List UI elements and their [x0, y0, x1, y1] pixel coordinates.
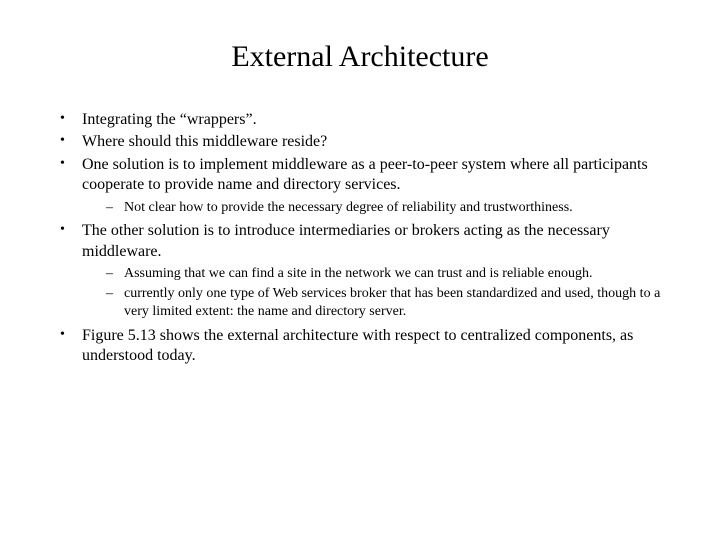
sub-bullet-list: Assuming that we can find a site in the …: [82, 265, 670, 322]
bullet-text: Figure 5.13 shows the external architect…: [82, 327, 633, 364]
bullet-item: The other solution is to introduce inter…: [58, 221, 670, 322]
bullet-text: The other solution is to introduce inter…: [82, 222, 610, 259]
sub-bullet-item: Assuming that we can find a site in the …: [104, 265, 670, 283]
sub-bullet-text: Not clear how to provide the necessary d…: [124, 200, 573, 215]
bullet-item: Integrating the “wrappers”.: [58, 110, 670, 130]
bullet-text: Integrating the “wrappers”.: [82, 111, 257, 128]
bullet-item: One solution is to implement middleware …: [58, 155, 670, 217]
sub-bullet-text: currently only one type of Web services …: [124, 286, 660, 319]
slide-title: External Architecture: [50, 40, 670, 74]
bullet-item: Where should this middleware reside?: [58, 132, 670, 152]
bullet-list: Integrating the “wrappers”. Where should…: [50, 110, 670, 367]
bullet-text: One solution is to implement middleware …: [82, 156, 648, 193]
sub-bullet-text: Assuming that we can find a site in the …: [124, 266, 593, 281]
slide: External Architecture Integrating the “w…: [0, 0, 720, 540]
bullet-text: Where should this middleware reside?: [82, 133, 327, 150]
sub-bullet-item: Not clear how to provide the necessary d…: [104, 199, 670, 217]
sub-bullet-item: currently only one type of Web services …: [104, 285, 670, 321]
bullet-item: Figure 5.13 shows the external architect…: [58, 326, 670, 367]
sub-bullet-list: Not clear how to provide the necessary d…: [82, 199, 670, 217]
